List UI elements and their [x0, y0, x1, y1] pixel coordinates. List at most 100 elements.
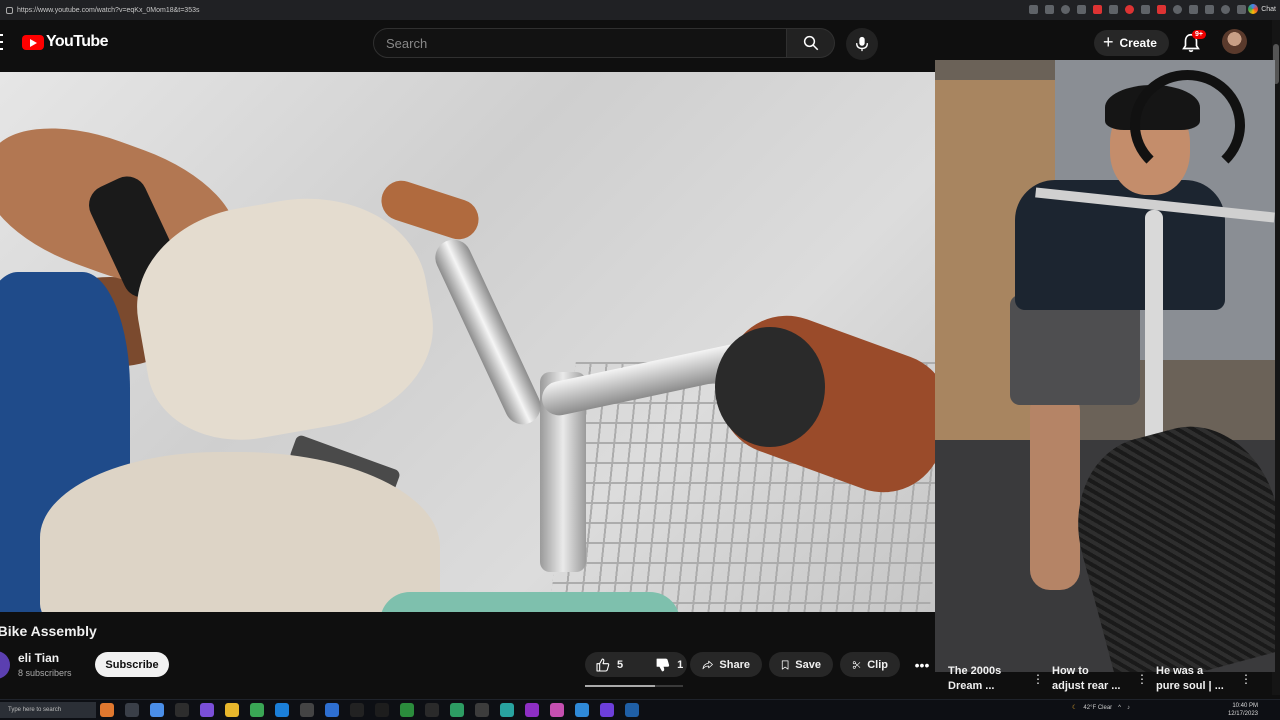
recommendation-title: How to	[1052, 665, 1089, 677]
create-label: Create	[1119, 36, 1157, 50]
extension-icon[interactable]	[1109, 5, 1118, 14]
address-bar[interactable]: https://www.youtube.com/watch?v=eqKx_0Mo…	[17, 7, 200, 14]
like-button[interactable]: 5	[585, 652, 633, 677]
recommendation-menu-icon[interactable]: ⋮	[1032, 672, 1044, 686]
dislike-button[interactable]: 1	[645, 652, 693, 677]
channel-name[interactable]: eli Tian	[18, 651, 59, 665]
puzzle-icon[interactable]	[1205, 5, 1214, 14]
extension-icon[interactable]	[1125, 5, 1134, 14]
app-icon[interactable]	[275, 703, 289, 717]
menu-dots-icon[interactable]	[1237, 5, 1246, 14]
app-icon[interactable]	[425, 703, 439, 717]
bookmark-icon	[781, 659, 789, 670]
extension-icon[interactable]	[1077, 5, 1086, 14]
share-icon	[702, 660, 713, 669]
app-icon[interactable]	[625, 703, 639, 717]
scissors-icon	[852, 660, 861, 669]
notification-count-badge: 9+	[1192, 30, 1206, 39]
profile-icon[interactable]	[1221, 5, 1230, 14]
recommendation-menu-icon[interactable]: ⋮	[1136, 672, 1148, 686]
app-icon[interactable]	[525, 703, 539, 717]
clip-button[interactable]: Clip	[840, 652, 900, 677]
folder-icon[interactable]	[225, 703, 239, 717]
leg	[1030, 390, 1080, 590]
recommendation-title: The 2000s	[948, 665, 1002, 677]
lock-icon	[6, 6, 13, 14]
search-button[interactable]	[787, 28, 835, 58]
bike-frame	[380, 592, 680, 612]
like-count: 5	[617, 658, 624, 671]
volume-icon[interactable]: ♪	[1127, 705, 1130, 711]
save-label: Save	[795, 658, 821, 671]
recommendation-item[interactable]: How to adjust rear ...	[1052, 664, 1132, 694]
extension-icon[interactable]	[1029, 5, 1038, 14]
app-icon[interactable]	[300, 703, 314, 717]
app-icon[interactable]	[550, 703, 564, 717]
app-icon[interactable]	[250, 703, 264, 717]
taskbar-clock[interactable]: 10:40 PM 12/17/2023	[1228, 702, 1258, 718]
save-button[interactable]: Save	[769, 652, 833, 677]
extension-icon[interactable]	[1189, 5, 1198, 14]
extension-icons	[1029, 5, 1246, 14]
search-input[interactable]	[373, 28, 787, 58]
app-icon[interactable]	[450, 703, 464, 717]
dislike-count: 1	[677, 658, 684, 671]
recommendation-item[interactable]: The 2000s Dream ...	[948, 664, 1028, 694]
app-icon[interactable]	[375, 703, 389, 717]
video-player[interactable]	[0, 72, 935, 612]
recommendation-title: He was a	[1156, 665, 1204, 677]
app-icon[interactable]	[100, 703, 114, 717]
app-icon[interactable]	[325, 703, 339, 717]
youtube-play-icon	[22, 34, 44, 50]
logo-text: YouTube	[46, 33, 108, 50]
video-title: y Bike Assembly	[0, 623, 97, 639]
menu-icon[interactable]	[0, 34, 3, 50]
app-icon[interactable]	[175, 703, 189, 717]
gear-shifter	[715, 327, 825, 447]
clip-label: Clip	[867, 658, 888, 671]
extension-icon[interactable]	[1157, 5, 1166, 14]
weather-text[interactable]: 42°F Clear	[1083, 705, 1112, 711]
windows-taskbar: Type here to search ☾ 42°F Clear ^ ♪ 10:…	[0, 699, 1280, 720]
like-ratio-bar	[585, 685, 683, 687]
moon-icon: ☾	[1072, 705, 1078, 711]
app-icon[interactable]	[575, 703, 589, 717]
taskbar-search[interactable]: Type here to search	[0, 702, 96, 718]
app-icon[interactable]	[200, 703, 214, 717]
task-view-icon[interactable]	[125, 703, 139, 717]
bookmark-star-icon[interactable]	[1061, 5, 1070, 14]
tray-up-icon[interactable]: ^	[1118, 705, 1121, 711]
share-label: Share	[719, 658, 750, 671]
chat-button[interactable]: Chat	[1248, 4, 1276, 14]
subscribe-button[interactable]: Subscribe	[95, 652, 169, 677]
account-avatar[interactable]	[1222, 29, 1247, 54]
microphone-icon	[856, 36, 868, 52]
thumbs-up-icon	[596, 657, 610, 672]
app-icon[interactable]	[400, 703, 414, 717]
chat-label: Chat	[1261, 5, 1276, 13]
extension-icon[interactable]	[1173, 5, 1182, 14]
recommendation-title: adjust rear ...	[1052, 680, 1121, 692]
extension-icon[interactable]	[1141, 5, 1150, 14]
share-button[interactable]: Share	[690, 652, 762, 677]
app-icon[interactable]	[600, 703, 614, 717]
app-icon[interactable]	[475, 703, 489, 717]
recommendation-menu-icon[interactable]: ⋮	[1240, 672, 1252, 686]
gemini-icon	[1248, 4, 1259, 14]
more-actions-icon[interactable]: •••	[908, 652, 936, 677]
masthead: YouTube + Create 9+	[0, 20, 1280, 65]
youtube-logo[interactable]: YouTube	[22, 33, 108, 51]
plus-icon: +	[1103, 32, 1114, 52]
recommendation-item[interactable]: He was a pure soul | ...	[1156, 664, 1236, 694]
extension-icon[interactable]	[1093, 5, 1102, 14]
extension-icon[interactable]	[1045, 5, 1054, 14]
voice-search-button[interactable]	[846, 28, 878, 60]
taskbar-apps	[100, 703, 639, 717]
create-button[interactable]: + Create	[1094, 30, 1169, 56]
recommendation-title: pure soul | ...	[1156, 680, 1224, 692]
app-icon[interactable]	[350, 703, 364, 717]
app-icon[interactable]	[150, 703, 164, 717]
webcam-overlay	[935, 60, 1275, 672]
channel-avatar[interactable]	[0, 651, 10, 679]
app-icon[interactable]	[500, 703, 514, 717]
